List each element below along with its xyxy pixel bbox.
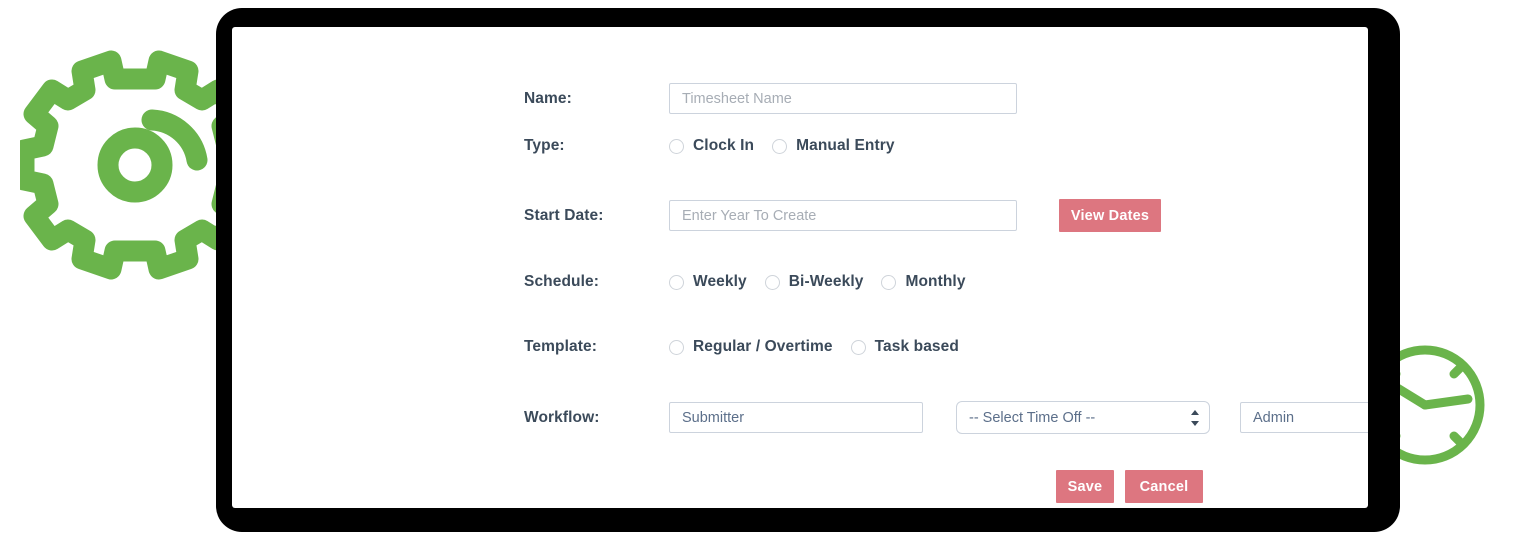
radio-circle-icon[interactable]: [881, 274, 897, 290]
radio-label: Clock In: [693, 137, 755, 154]
schedule-radio-group: Weekly Bi-Weekly Monthly: [669, 273, 966, 291]
workflow-label: Workflow:: [524, 408, 600, 426]
radio-circle-icon[interactable]: [669, 339, 684, 355]
radio-label: Task based: [874, 338, 959, 355]
radio-schedule-weekly[interactable]: Weekly: [669, 273, 747, 291]
radio-type-clock-in[interactable]: Clock In: [669, 137, 754, 155]
workflow-time-off-select[interactable]: -- Select Time Off --: [956, 401, 1210, 434]
template-radio-group: Regular / Overtime Task based: [669, 338, 959, 356]
type-radio-group: Clock In Manual Entry: [669, 137, 895, 155]
start-date-label: Start Date:: [524, 206, 604, 224]
radio-label: Monthly: [905, 273, 966, 290]
form-row-workflow: Workflow: -- Select Time Off --: [524, 401, 1368, 434]
cancel-button[interactable]: Cancel: [1125, 470, 1203, 503]
radio-schedule-bi-weekly[interactable]: Bi-Weekly: [764, 273, 864, 291]
radio-schedule-monthly[interactable]: Monthly: [881, 273, 965, 291]
type-label: Type:: [524, 137, 565, 154]
workflow-time-off-selected-value[interactable]: -- Select Time Off --: [956, 401, 1210, 434]
form-row-name: Name:: [524, 83, 1017, 114]
radio-template-regular-overtime[interactable]: Regular / Overtime: [669, 338, 833, 356]
workflow-approver-input[interactable]: [1240, 402, 1368, 433]
template-label: Template:: [524, 338, 597, 355]
radio-circle-icon[interactable]: [772, 138, 788, 154]
form-row-start-date: Start Date: View Dates: [524, 199, 1161, 232]
radio-label: Bi-Weekly: [788, 273, 864, 290]
radio-circle-icon[interactable]: [669, 138, 684, 154]
radio-circle-icon[interactable]: [764, 274, 780, 290]
timesheet-form: Name: Type: Clock In Manual Entry Start …: [232, 27, 1368, 508]
name-input[interactable]: [669, 83, 1017, 114]
radio-template-task-based[interactable]: Task based: [850, 338, 959, 356]
form-row-template: Template: Regular / Overtime Task based: [524, 338, 959, 356]
form-row-schedule: Schedule: Weekly Bi-Weekly Monthly: [524, 273, 966, 291]
radio-label: Manual Entry: [796, 137, 895, 154]
device-screen: Name: Type: Clock In Manual Entry Start …: [232, 27, 1368, 508]
select-stepper-icon[interactable]: [1190, 409, 1199, 426]
name-label: Name:: [524, 89, 572, 107]
view-dates-button[interactable]: View Dates: [1059, 199, 1161, 232]
start-date-input[interactable]: [669, 200, 1017, 231]
form-actions: Save Cancel: [1056, 470, 1203, 503]
radio-circle-icon[interactable]: [850, 339, 866, 355]
radio-label: Weekly: [693, 273, 747, 290]
save-button[interactable]: Save: [1056, 470, 1114, 503]
form-row-type: Type: Clock In Manual Entry: [524, 137, 895, 155]
radio-type-manual-entry[interactable]: Manual Entry: [772, 137, 895, 155]
workflow-submitter-input[interactable]: [669, 402, 923, 433]
radio-label: Regular / Overtime: [693, 338, 833, 355]
schedule-label: Schedule:: [524, 273, 599, 290]
radio-circle-icon[interactable]: [669, 274, 684, 290]
